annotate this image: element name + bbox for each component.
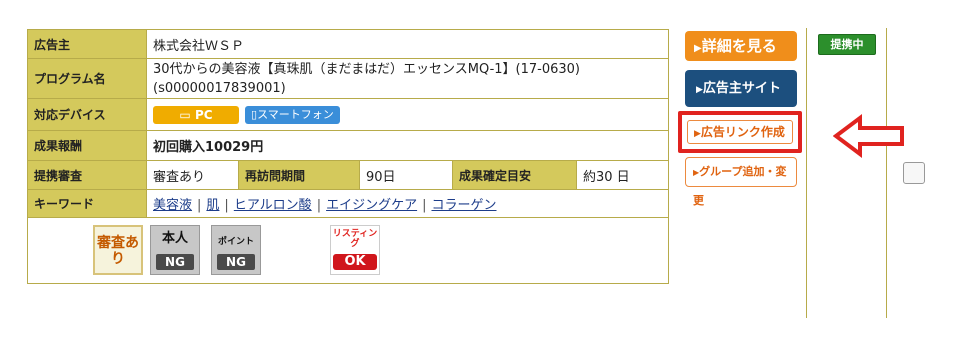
keyword-link[interactable]: エイジングケア: [326, 198, 417, 213]
device-label: 対応デバイス: [27, 98, 147, 131]
advertiser-label: 広告主: [27, 29, 147, 59]
keyword-separator: |: [316, 198, 322, 213]
view-details-button[interactable]: ▶詳細を見る: [685, 31, 797, 61]
confirm-value: 約30 日: [576, 160, 669, 190]
point-site-status: NG: [217, 254, 255, 270]
create-ad-link-inner: ▶広告リンク作成: [687, 120, 793, 144]
device-value: ▭ PC ▯スマートフォン: [146, 98, 669, 131]
review-required-badge: 審査あり: [93, 225, 143, 275]
device-pc-label: PC: [194, 107, 213, 122]
keyword-link[interactable]: ヒアルロン酸: [234, 198, 312, 213]
review-label: 提携審査: [27, 160, 147, 190]
confirm-label: 成果確定目安: [452, 160, 577, 190]
reward-value: 初回購入10029円: [146, 130, 669, 161]
badge-row: 審査あり 本人 NG ポイント NG リスティング OK: [27, 217, 669, 284]
revisit-value: 90日: [359, 160, 453, 190]
advertiser-value: 株式会社ＷＳＰ: [146, 29, 669, 59]
group-add-change-button[interactable]: ▶グループ追加・変更: [685, 157, 797, 207]
point-site-title: ポイント: [217, 237, 254, 247]
program-name-line1: 30代からの美容液【真珠肌（まだまはだ）エッセンスMQ-1】(17-0630): [153, 61, 580, 77]
self-affiliate-badge: 本人 NG: [150, 225, 200, 275]
keyword-separator: |: [224, 198, 229, 213]
create-ad-link-label: 広告リンク作成: [700, 125, 785, 139]
select-checkbox[interactable]: [903, 162, 925, 184]
keyword-separator: |: [422, 198, 427, 213]
device-pc-badge: ▭ PC: [153, 105, 239, 124]
program-name-value: 30代からの美容液【真珠肌（まだまはだ）エッセンスMQ-1】(17-0630) …: [146, 58, 669, 99]
self-affiliate-status: NG: [156, 254, 194, 270]
self-affiliate-title: 本人: [161, 231, 188, 246]
caret-right-icon: ▶: [694, 43, 702, 54]
column-divider: [806, 28, 807, 318]
keyword-link[interactable]: 肌: [206, 198, 219, 213]
view-details-label: 詳細を見る: [701, 37, 777, 55]
program-table: 広告主 株式会社ＷＳＰ プログラム名 30代からの美容液【真珠肌（まだまはだ）エ…: [27, 29, 669, 284]
revisit-label: 再訪問期間: [238, 160, 360, 190]
create-ad-link-button[interactable]: ▶広告リンク作成: [678, 111, 802, 153]
point-site-badge: ポイント NG: [211, 225, 261, 275]
device-smartphone-badge: ▯スマートフォン: [245, 105, 340, 124]
listing-status: OK: [333, 254, 377, 270]
keyword-label: キーワード: [27, 189, 147, 218]
advertiser-site-button[interactable]: ▶広告主サイト: [685, 70, 797, 107]
caret-right-icon: ▶: [694, 129, 701, 139]
program-id: (s00000017839001): [153, 80, 286, 96]
caret-right-icon: ▶: [696, 85, 703, 95]
listing-badge: リスティング OK: [330, 225, 380, 275]
keyword-separator: |: [197, 198, 202, 213]
device-smartphone-label: スマートフォン: [257, 107, 334, 121]
reward-label: 成果報酬: [27, 130, 147, 161]
monitor-icon: ▭: [179, 107, 191, 122]
review-value: 審査あり: [146, 160, 239, 190]
keyword-list: 美容液 | 肌 | ヒアルロン酸 | エイジングケア | コラーゲン: [146, 189, 669, 218]
column-divider: [886, 28, 887, 318]
group-add-change-label: グループ追加・変更: [693, 165, 787, 207]
status-badge: 提携中: [818, 34, 876, 55]
advertiser-site-label: 広告主サイト: [702, 81, 781, 96]
listing-title: リスティング: [332, 229, 378, 249]
keyword-link[interactable]: コラーゲン: [431, 198, 496, 213]
program-name-label: プログラム名: [27, 58, 147, 99]
keyword-link[interactable]: 美容液: [153, 198, 192, 213]
arrow-left-icon: [833, 114, 904, 158]
